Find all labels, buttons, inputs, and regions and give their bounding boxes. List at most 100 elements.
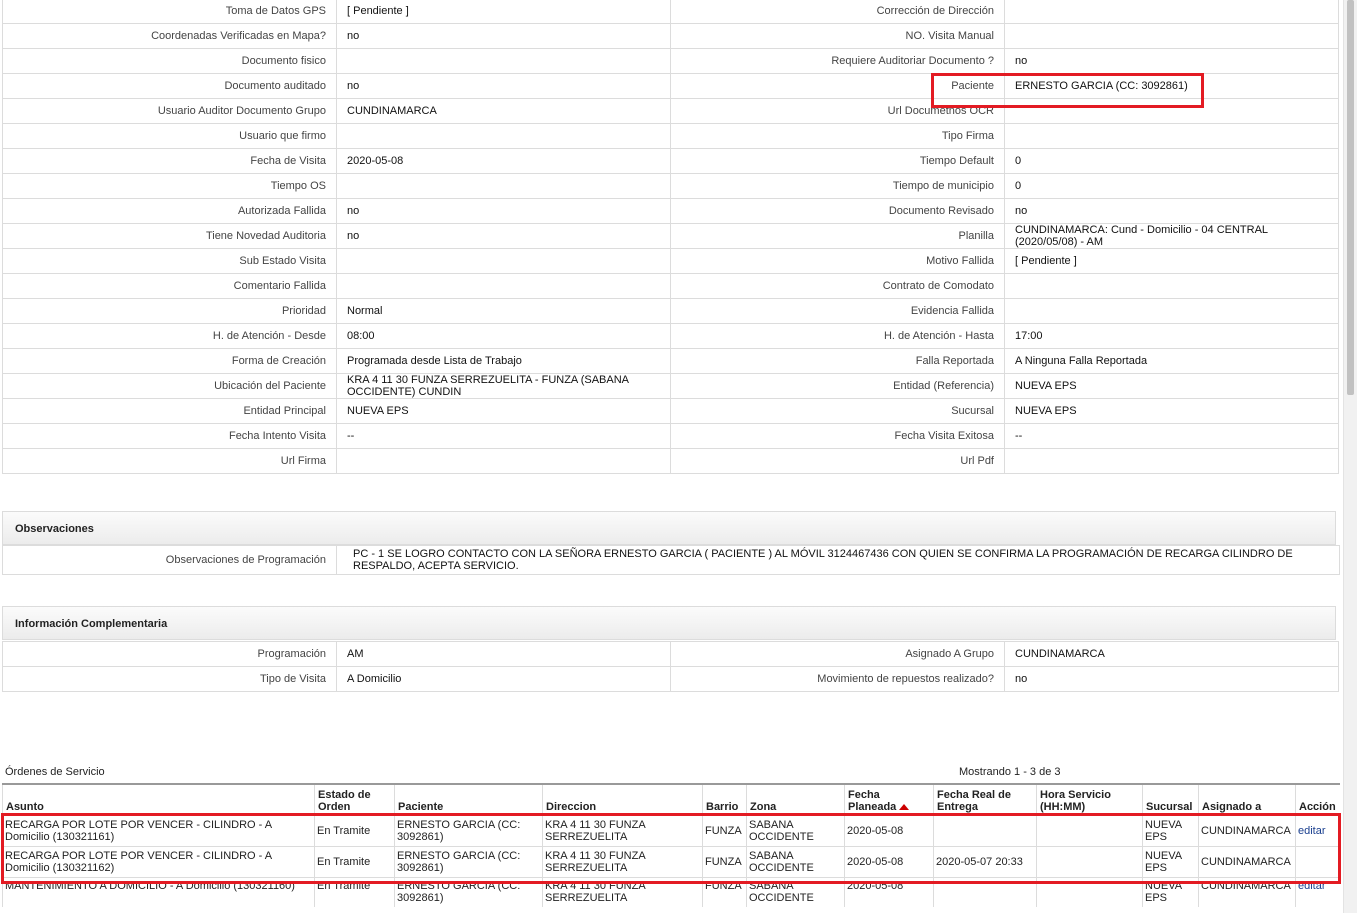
column-header-label: Fecha Planeada — [848, 789, 897, 813]
order-cell-asunto: RECARGA POR LOTE POR VENCER - CILINDRO -… — [2, 815, 315, 847]
detail-row: Documento fisico Requiere Auditoriar Docu… — [2, 48, 1339, 74]
field-value-autorizada-fallida: no — [336, 198, 671, 224]
column-header-direccion[interactable]: Direccion — [542, 783, 703, 816]
field-value-url-firma — [336, 448, 671, 474]
field-label-contrato-de-comodato: Contrato de Comodato — [670, 273, 1005, 299]
field-value-programacion: AM — [336, 641, 671, 667]
service-orders-table: Asunto Estado de Orden Paciente Direccion Ba… — [2, 783, 1340, 907]
column-header-label: Estado de Orden — [318, 789, 371, 813]
field-value-fecha-de-visita: 2020-05-08 — [336, 148, 671, 174]
order-cell-asignado-a: CUNDINAMARCA — [1198, 815, 1296, 847]
edit-order-link[interactable]: editar — [1298, 825, 1326, 837]
column-header-barrio[interactable]: Barrio — [702, 783, 747, 816]
field-value-fecha-visita-exitosa: -- — [1004, 423, 1339, 449]
field-value-h-de-atencion-desde: 08:00 — [336, 323, 671, 349]
orders-title: Órdenes de Servicio — [5, 766, 105, 778]
column-header-label: Fecha Real de Entrega — [937, 789, 1011, 813]
field-label-url-documetnos-ocr: Url Documetnos OCR — [670, 98, 1005, 124]
field-label-falla-reportada: Falla Reportada — [670, 348, 1005, 374]
column-header-accion[interactable]: Acción — [1295, 783, 1340, 816]
column-header-label: Zona — [750, 801, 777, 813]
column-header-label: Barrio — [706, 801, 739, 813]
field-value-documento-revisado: no — [1004, 198, 1339, 224]
order-cell-hora-servicio-hh-mm — [1036, 846, 1143, 878]
field-value-documento-fisico — [336, 48, 671, 74]
field-value-paciente: ERNESTO GARCIA (CC: 3092861) — [1004, 73, 1339, 99]
scrollbar-thumb[interactable] — [1347, 0, 1354, 395]
field-value-prioridad: Normal — [336, 298, 671, 324]
detail-row: Ubicación del Paciente KRA 4 11 30 FUNZA … — [2, 373, 1339, 399]
field-value-sub-estado-visita — [336, 248, 671, 274]
detail-row: Fecha de Visita 2020-05-08 Tiempo Default 0 — [2, 148, 1339, 174]
field-value-no-visita-manual — [1004, 23, 1339, 49]
observaciones-table: Observaciones de Programación PC - 1 SE … — [2, 545, 1340, 575]
field-label-paciente: Paciente — [670, 73, 1005, 99]
detail-row: H. de Atención - Desde 08:00 H. de Atenció… — [2, 323, 1339, 349]
field-label-requiere-auditoriar-documento: Requiere Auditoriar Documento ? — [670, 48, 1005, 74]
column-header-hora-servicio-hh-mm[interactable]: Hora Servicio (HH:MM) — [1036, 783, 1143, 816]
order-cell-direccion: KRA 4 11 30 FUNZA SERREZUELITA — [542, 815, 703, 847]
column-header-paciente[interactable]: Paciente — [394, 783, 543, 816]
field-value-tiempo-de-municipio: 0 — [1004, 173, 1339, 199]
detail-row: Comentario Fallida Contrato de Comodato — [2, 273, 1339, 299]
edit-order-link[interactable]: editar — [1298, 880, 1326, 892]
detail-row: Tiempo OS Tiempo de municipio 0 — [2, 173, 1339, 199]
order-cell-accion: editar — [1295, 877, 1340, 907]
field-value-tipo-firma — [1004, 123, 1339, 149]
observaciones-label: Observaciones de Programación — [2, 545, 337, 575]
vertical-scrollbar[interactable] — [1343, 0, 1357, 913]
order-row: MANTENIMIENTO A DOMICILIO - A Domicilio … — [2, 877, 1340, 907]
order-cell-fecha-planeada: 2020-05-08 — [844, 815, 934, 847]
field-label-tiempo-os: Tiempo OS — [2, 173, 337, 199]
field-label-tipo-de-visita: Tipo de Visita — [2, 666, 337, 692]
detail-row: Sub Estado Visita Motivo Fallida[ Pendien… — [2, 248, 1339, 274]
order-cell-estado-de-orden: En Tramite — [314, 815, 395, 847]
order-cell-accion — [1295, 846, 1340, 878]
order-cell-estado-de-orden: En Tramite — [314, 846, 395, 878]
order-cell-zona: SABANA OCCIDENTE — [746, 877, 845, 907]
column-header-label: Asunto — [6, 801, 44, 813]
field-label-h-de-atencion-hasta: H. de Atención - Hasta — [670, 323, 1005, 349]
field-label-documento-fisico: Documento fisico — [2, 48, 337, 74]
order-cell-estado-de-orden: En Tramite — [314, 877, 395, 907]
column-header-fecha-planeada[interactable]: Fecha Planeada — [844, 783, 934, 816]
column-header-asignado-a[interactable]: Asignado a — [1198, 783, 1296, 816]
field-label-fecha-intento-visita: Fecha Intento Visita — [2, 423, 337, 449]
field-label-entidad-referencia: Entidad (Referencia) — [670, 373, 1005, 399]
order-cell-barrio: FUNZA — [702, 815, 747, 847]
observaciones-value: PC - 1 SE LOGRO CONTACTO CON LA SEÑORA E… — [336, 545, 1340, 575]
field-label-evidencia-fallida: Evidencia Fallida — [670, 298, 1005, 324]
column-header-zona[interactable]: Zona — [746, 783, 845, 816]
sort-ascending-icon[interactable] — [899, 804, 910, 811]
column-header-label: Paciente — [398, 801, 444, 813]
field-value-falla-reportada: A Ninguna Falla Reportada — [1004, 348, 1339, 374]
detail-row: Tiene Novedad Auditoria no Planilla CUNDINA… — [2, 223, 1339, 249]
order-cell-fecha-real-de-entrega — [933, 815, 1037, 847]
order-cell-direccion: KRA 4 11 30 FUNZA SERREZUELITA — [542, 846, 703, 878]
field-label-entidad-principal: Entidad Principal — [2, 398, 337, 424]
field-value-planilla: CUNDINAMARCA: Cund - Domicilio - 04 CENT… — [1004, 223, 1339, 249]
field-label-ubicacion-del-paciente: Ubicación del Paciente — [2, 373, 337, 399]
field-value-requiere-auditoriar-documento: no — [1004, 48, 1339, 74]
field-label-fecha-de-visita: Fecha de Visita — [2, 148, 337, 174]
order-row: RECARGA POR LOTE POR VENCER - CILINDRO -… — [2, 846, 1340, 878]
column-header-sucursal[interactable]: Sucursal — [1142, 783, 1199, 816]
field-label-programacion: Programación — [2, 641, 337, 667]
order-cell-paciente: ERNESTO GARCIA (CC: 3092861) — [394, 846, 543, 878]
field-label-tiempo-de-municipio: Tiempo de municipio — [670, 173, 1005, 199]
detail-row: Coordenadas Verificadas en Mapa? no NO. Vi… — [2, 23, 1339, 49]
field-label-tiene-novedad-auditoria: Tiene Novedad Auditoria — [2, 223, 337, 249]
column-header-estado-de-orden[interactable]: Estado de Orden — [314, 783, 395, 816]
detail-row: Autorizada Fallida no Documento Revisado no — [2, 198, 1339, 224]
column-header-asunto[interactable]: Asunto — [2, 783, 315, 816]
field-label-coordenadas-verificadas-en-mapa: Coordenadas Verificadas en Mapa? — [2, 23, 337, 49]
order-cell-asunto: MANTENIMIENTO A DOMICILIO - A Domicilio … — [2, 877, 315, 907]
field-label-url-pdf: Url Pdf — [670, 448, 1005, 474]
field-value-usuario-que-firmo — [336, 123, 671, 149]
column-header-label: Acción — [1299, 801, 1336, 813]
order-cell-sucursal: NUEVA EPS — [1142, 877, 1199, 907]
column-header-fecha-real-de-entrega[interactable]: Fecha Real de Entrega — [933, 783, 1037, 816]
order-cell-hora-servicio-hh-mm — [1036, 877, 1143, 907]
complementaria-table: Programación AM Asignado A Grupo CUNDINAMAR… — [2, 641, 1339, 692]
field-label-sub-estado-visita: Sub Estado Visita — [2, 248, 337, 274]
